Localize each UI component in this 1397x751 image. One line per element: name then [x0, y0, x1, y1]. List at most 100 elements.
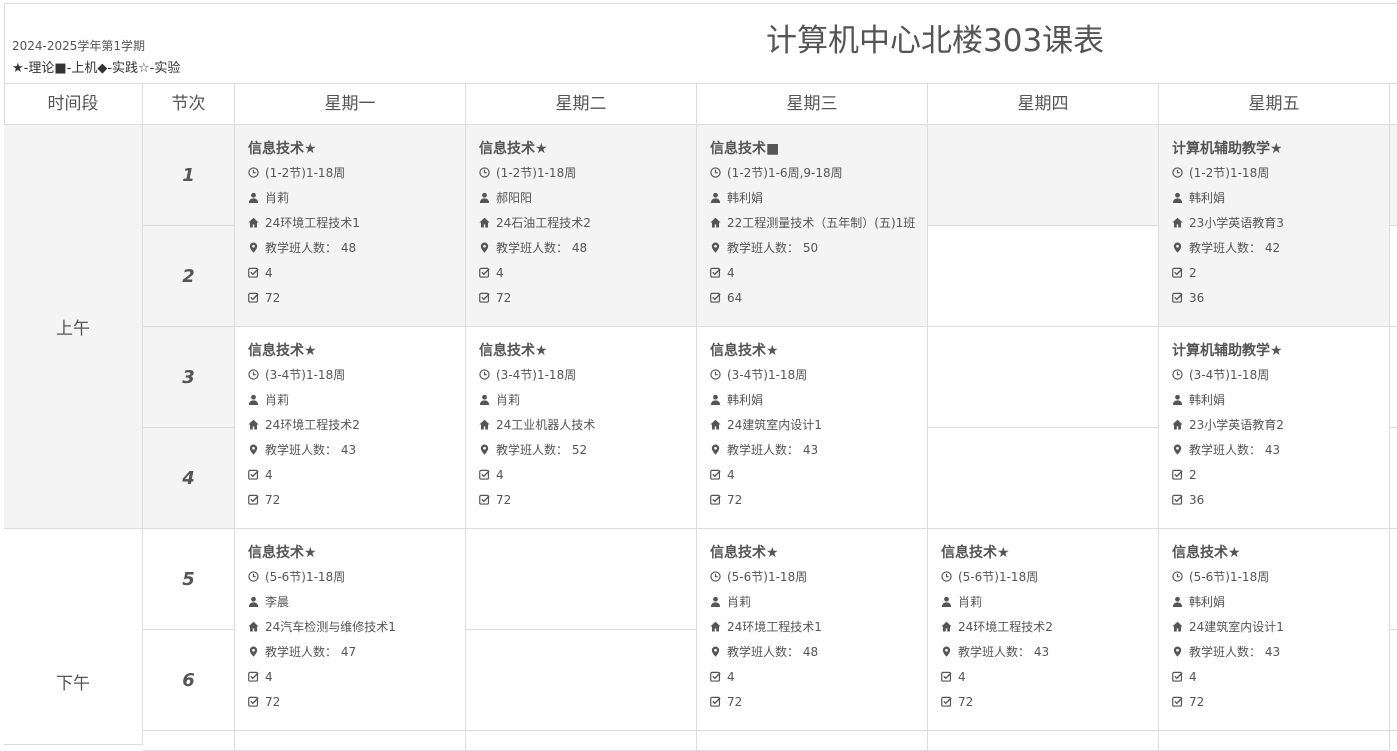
course-class: 24环境工程技术1	[727, 620, 822, 634]
course-credit: 4	[727, 670, 735, 684]
clock-icon	[248, 369, 259, 380]
course-credit: 4	[496, 468, 504, 482]
course-teacher: 肖莉	[958, 595, 983, 609]
home-icon	[1172, 621, 1183, 632]
course-block[interactable]: 信息技术★ (5-6节)1-18周 李晨 24汽车检测与维修技术1 教学班人数：…	[235, 529, 466, 715]
course-time: (1-2节)1-18周	[1189, 166, 1270, 180]
checkbox-icon	[1172, 267, 1183, 278]
course-size-row: 教学班人数： 50	[710, 236, 928, 261]
course-class-row: 24环境工程技术2	[941, 615, 1159, 640]
checkbox-icon	[479, 292, 490, 303]
course-time-row: (5-6节)1-18周	[710, 565, 928, 590]
course-size: 教学班人数： 42	[1189, 241, 1281, 255]
course-block[interactable]: 信息技术★ (5-6节)1-18周 肖莉 24环境工程技术1 教学班人数： 48…	[697, 529, 928, 715]
checkbox-icon	[1172, 292, 1183, 303]
course-block[interactable]: 计算机辅助教学★ (3-4节)1-18周 韩利娟 23小学英语教育2 教学班人数…	[1159, 327, 1390, 513]
course-class-row: 24环境工程技术2	[248, 413, 466, 438]
course-hours: 72	[1189, 695, 1205, 709]
course-credit: 4	[265, 266, 273, 280]
course-hours-row: 64	[710, 286, 928, 311]
course-class: 24建筑室内设计1	[727, 418, 822, 432]
course-size-row: 教学班人数： 48	[479, 236, 697, 261]
course-teacher: 肖莉	[265, 393, 290, 407]
course-hours: 72	[265, 493, 281, 507]
course-teacher-row: 李晨	[248, 590, 466, 615]
course-time: (3-4节)1-18周	[265, 368, 346, 382]
course-block[interactable]: 信息技术★ (1-2节)1-18周 郝阳阳 24石油工程技术2 教学班人数： 4…	[466, 125, 697, 311]
course-block[interactable]: 信息技术★ (5-6节)1-18周 韩利娟 24建筑室内设计1 教学班人数： 4…	[1159, 529, 1390, 715]
overflow-cell	[1390, 327, 1397, 428]
checkbox-icon	[710, 494, 721, 505]
course-size: 教学班人数： 43	[1189, 645, 1281, 659]
partial-cell	[466, 731, 697, 751]
section-number: 4	[143, 428, 235, 529]
user-icon	[1172, 192, 1183, 203]
location-pin-icon	[710, 242, 721, 253]
course-teacher-row: 肖莉	[479, 388, 697, 413]
course-credit: 4	[1189, 670, 1197, 684]
course-name: 信息技术★	[1172, 545, 1241, 561]
course-block[interactable]: 信息技术★ (3-4节)1-18周 肖莉 24工业机器人技术 教学班人数： 52…	[466, 327, 697, 513]
course-teacher-row: 韩利娟	[710, 186, 928, 211]
course-class-row: 23小学英语教育3	[1172, 211, 1390, 236]
empty-cell	[928, 428, 1159, 529]
clock-icon	[479, 369, 490, 380]
course-hours-row: 72	[941, 690, 1159, 715]
course-size: 教学班人数： 43	[265, 443, 357, 457]
course-name: 信息技术★	[248, 141, 317, 157]
course-class: 24汽车检测与维修技术1	[265, 620, 396, 634]
course-block[interactable]: 信息技术★ (3-4节)1-18周 韩利娟 24建筑室内设计1 教学班人数： 4…	[697, 327, 928, 513]
course-time-row: (5-6节)1-18周	[1172, 565, 1390, 590]
course-teacher: 肖莉	[265, 191, 290, 205]
course-credit: 2	[1189, 468, 1197, 482]
course-class: 23小学英语教育2	[1189, 418, 1284, 432]
clock-icon	[941, 571, 952, 582]
home-icon	[710, 621, 721, 632]
course-hours-row: 72	[710, 488, 928, 513]
course-block[interactable]: 信息技术■ (1-2节)1-6周,9-18周 韩利娟 22工程测量技术（五年制）…	[697, 125, 928, 311]
course-time: (5-6节)1-18周	[265, 570, 346, 584]
partial-cell	[697, 731, 928, 751]
course-teacher-row: 韩利娟	[1172, 388, 1390, 413]
course-name: 信息技术★	[248, 545, 317, 561]
checkbox-icon	[248, 671, 259, 682]
location-pin-icon	[248, 646, 259, 657]
course-credit: 4	[727, 266, 735, 280]
course-class-row: 24建筑室内设计1	[710, 413, 928, 438]
page-title: 计算机中心北楼303课表	[766, 23, 1105, 59]
clock-icon	[1172, 571, 1183, 582]
partial-cell	[928, 731, 1159, 751]
course-hours: 72	[958, 695, 974, 709]
course-block[interactable]: 信息技术★ (3-4节)1-18周 肖莉 24环境工程技术2 教学班人数： 43…	[235, 327, 466, 513]
checkbox-icon	[248, 292, 259, 303]
course-teacher: 郝阳阳	[496, 191, 533, 205]
location-pin-icon	[710, 646, 721, 657]
course-teacher: 韩利娟	[1189, 595, 1226, 609]
course-block[interactable]: 计算机辅助教学★ (1-2节)1-18周 韩利娟 23小学英语教育3 教学班人数…	[1159, 125, 1390, 311]
checkbox-icon	[248, 494, 259, 505]
checkbox-icon	[1172, 469, 1183, 480]
course-time: (5-6节)1-18周	[1189, 570, 1270, 584]
course-teacher-row: 郝阳阳	[479, 186, 697, 211]
course-hours: 72	[265, 291, 281, 305]
checkbox-icon	[248, 696, 259, 707]
location-pin-icon	[479, 444, 490, 455]
section-number: 5	[143, 529, 235, 630]
course-time-row: (1-2节)1-18周	[1172, 161, 1390, 186]
home-icon	[479, 217, 490, 228]
course-credit: 4	[496, 266, 504, 280]
home-icon	[1172, 419, 1183, 430]
course-block[interactable]: 信息技术★ (5-6节)1-18周 肖莉 24环境工程技术2 教学班人数： 43…	[928, 529, 1159, 715]
course-block[interactable]: 信息技术★ (1-2节)1-18周 肖莉 24环境工程技术1 教学班人数： 48…	[235, 125, 466, 311]
course-time-row: (3-4节)1-18周	[479, 363, 697, 388]
location-pin-icon	[941, 646, 952, 657]
home-icon	[248, 621, 259, 632]
course-credit-row: 4	[479, 463, 697, 488]
course-time-row: (5-6节)1-18周	[941, 565, 1159, 590]
section-number: 6	[143, 630, 235, 731]
course-teacher: 肖莉	[727, 595, 752, 609]
checkbox-icon	[479, 494, 490, 505]
home-icon	[248, 217, 259, 228]
course-size: 教学班人数： 48	[265, 241, 357, 255]
location-pin-icon	[479, 242, 490, 253]
